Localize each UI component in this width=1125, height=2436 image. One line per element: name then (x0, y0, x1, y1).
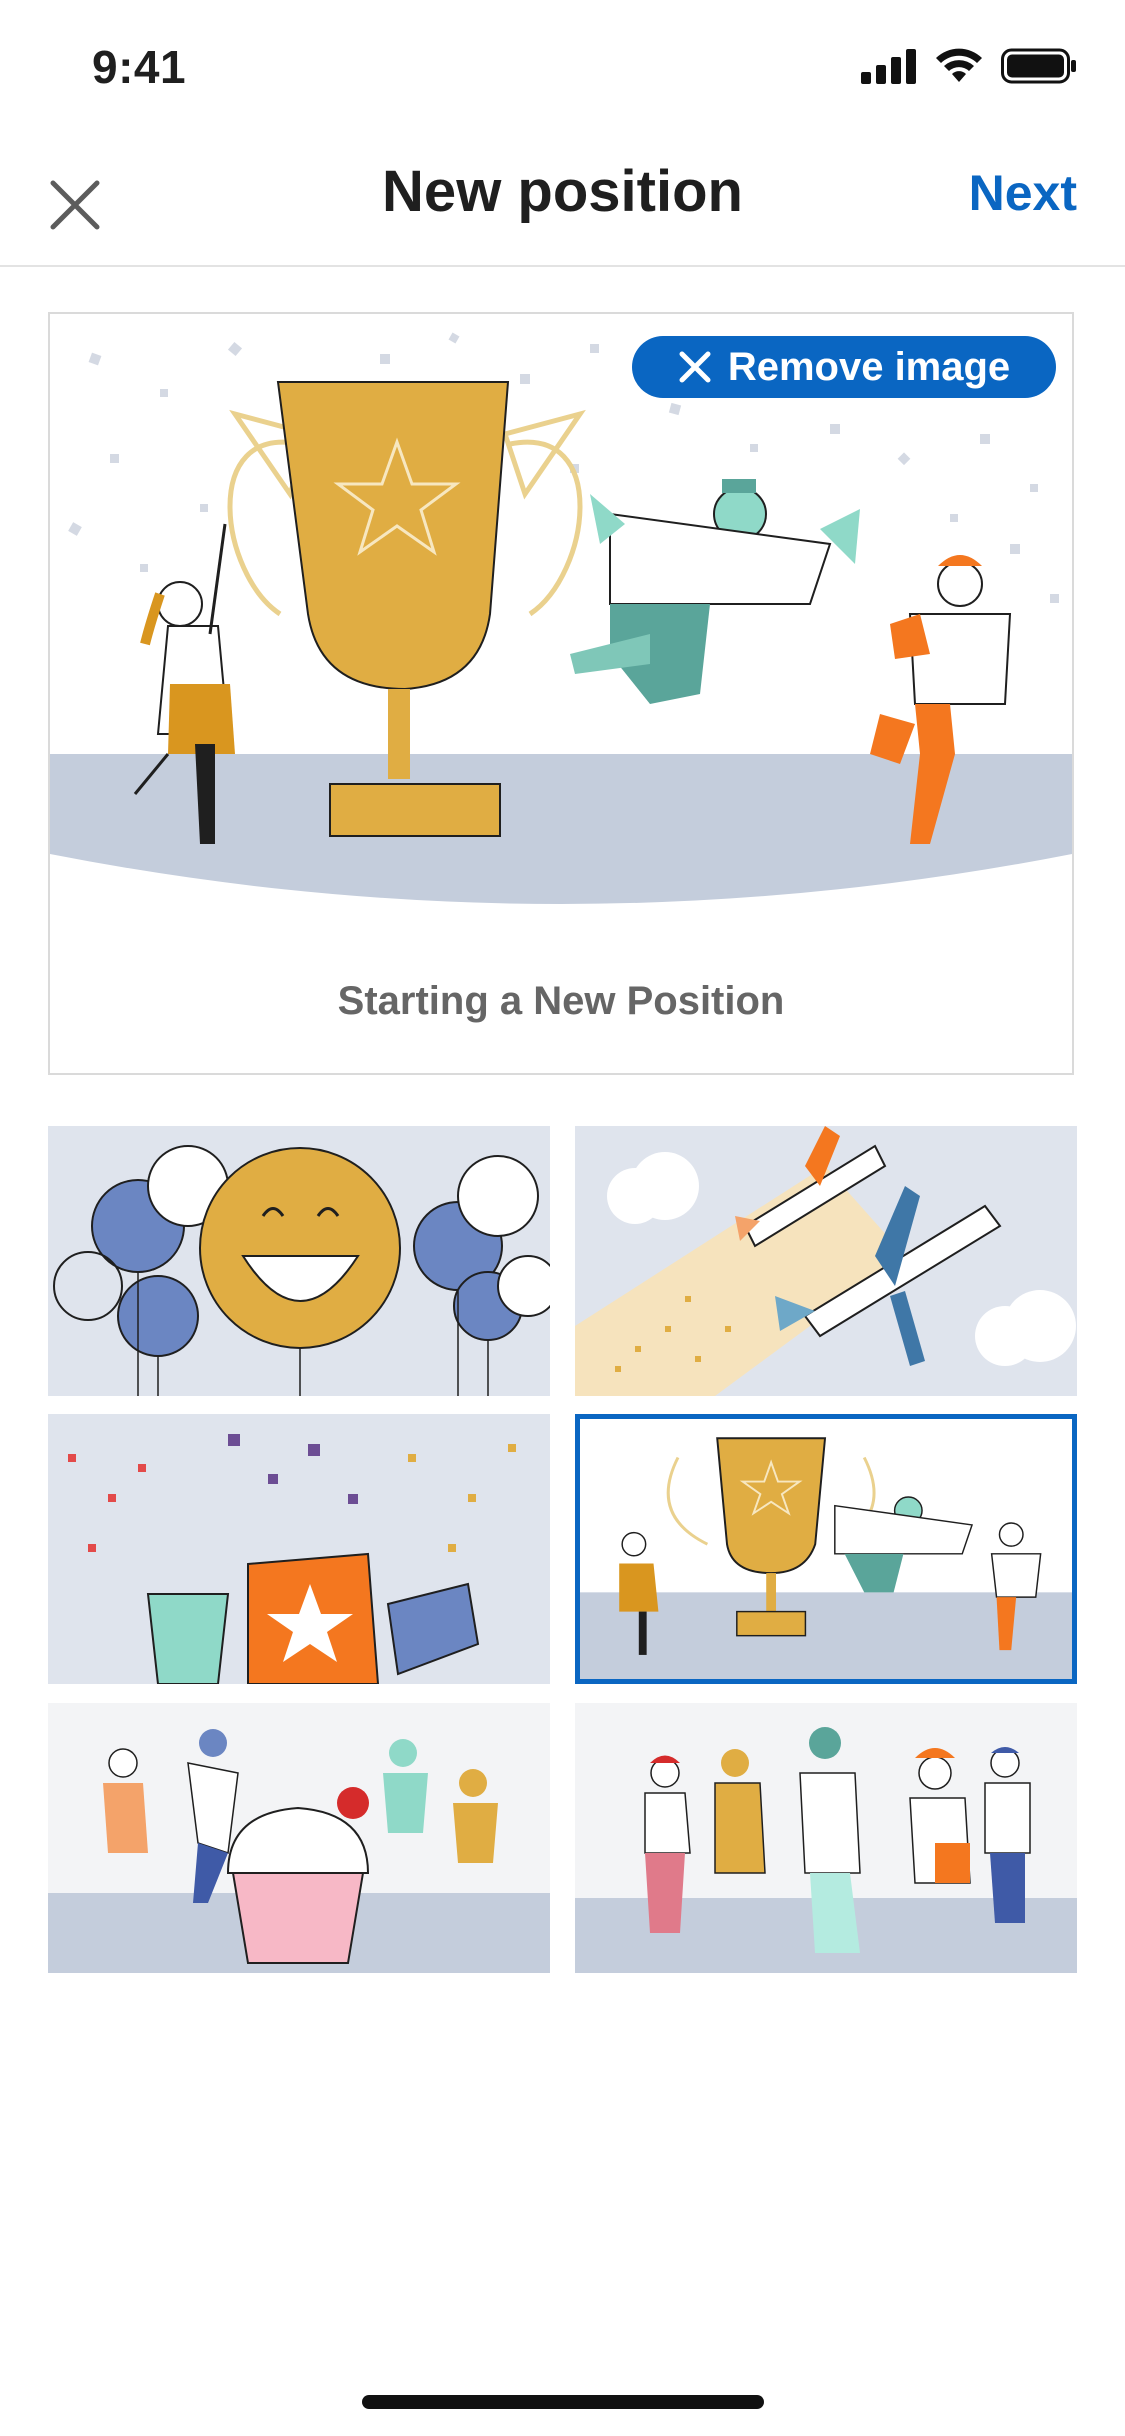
remove-image-button[interactable]: Remove image (632, 336, 1056, 398)
status-time: 9:41 (92, 41, 187, 93)
status-bar: 9:41 (0, 0, 1125, 140)
home-indicator[interactable] (362, 2395, 764, 2409)
confetti-gifts-illustration (48, 1414, 550, 1684)
thumbnail-trophy-celebration[interactable] (575, 1414, 1077, 1684)
cupcake-party-illustration (48, 1703, 550, 1973)
navigation-header: New position Next (0, 140, 1125, 267)
thumbnail-airplanes[interactable] (575, 1126, 1077, 1396)
close-icon (50, 180, 100, 230)
thumbnail-confetti-gifts[interactable] (48, 1414, 550, 1684)
trophy-celebration-illustration (50, 314, 1072, 944)
cellular-signal-icon (861, 48, 917, 89)
balloons-illustration (48, 1126, 550, 1396)
airplanes-illustration (575, 1126, 1077, 1396)
group-clapping-illustration (575, 1703, 1077, 1973)
battery-icon (1001, 48, 1077, 89)
status-icons (861, 48, 1077, 89)
thumbnail-cupcake-party[interactable] (48, 1703, 550, 1973)
thumbnail-group-clapping[interactable] (575, 1703, 1077, 1973)
remove-image-label: Remove image (727, 344, 1011, 389)
trophy-thumbnail-illustration (580, 1419, 1072, 1679)
next-button[interactable]: Next (969, 164, 1077, 222)
thumbnail-balloons-smiley[interactable] (48, 1126, 550, 1396)
selected-image-preview: Remove image Starting a New Position (48, 312, 1074, 1075)
close-icon (679, 351, 711, 383)
wifi-icon (935, 48, 983, 89)
close-button[interactable] (30, 160, 120, 250)
preview-caption: Starting a New Position (337, 979, 785, 1023)
page-title: New position (382, 159, 743, 224)
